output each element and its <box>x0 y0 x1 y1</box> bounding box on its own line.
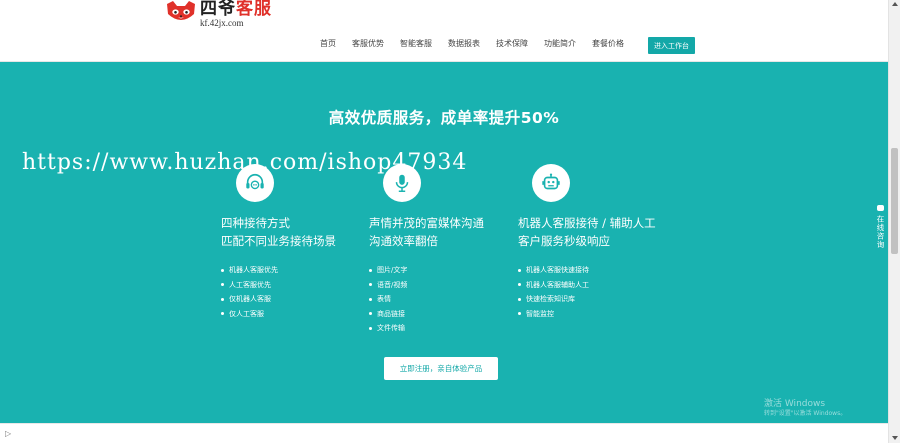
microphone-icon <box>383 164 421 202</box>
red-panda-logo-icon <box>167 1 195 20</box>
feature-heading-reception-modes: 四种接待方式 匹配不同业务接待场景 <box>221 214 336 250</box>
enter-workspace-button[interactable]: 进入工作台 <box>648 37 695 54</box>
feature-list-reception-modes: 机器人客服优先 人工客服优先 仅机器人客服 仅人工客服 <box>221 263 278 321</box>
feature-heading-rich-media: 声情并茂的富媒体沟通 沟通效率翻倍 <box>369 214 484 250</box>
nav-item-home[interactable]: 首页 <box>320 38 336 49</box>
windows-activation-watermark: 激活 Windows 转到"设置"以激活 Windows。 <box>764 399 846 417</box>
scroll-down-arrow-icon[interactable] <box>892 436 898 440</box>
online-consult-tab[interactable]: 在线咨询 <box>873 200 888 266</box>
nav-item-tech-support[interactable]: 技术保障 <box>496 38 528 49</box>
hero-title: 高效优质服务，成单率提升50% <box>328 109 560 127</box>
list-item: 语音/视频 <box>369 278 407 293</box>
nav-item-advantages[interactable]: 客服优势 <box>352 38 384 49</box>
feature-heading-line: 四种接待方式 <box>221 216 290 230</box>
windows-watermark-line1: 激活 Windows <box>764 399 826 409</box>
feature-list-robot: 机器人客服快速接待 机器人客服辅助人工 快速检索知识库 智能监控 <box>518 263 589 321</box>
logo-title: 四爷客服 <box>200 1 272 18</box>
site-header: 四爷客服 kf.42jx.com 首页 客服优势 智能客服 数据报表 技术保障 … <box>0 0 888 62</box>
site-logo[interactable]: 四爷客服 kf.42jx.com <box>165 0 272 28</box>
nav-item-pricing[interactable]: 套餐价格 <box>592 38 624 49</box>
list-item: 人工客服优先 <box>221 278 278 293</box>
feature-heading-line: 客户服务秒级响应 <box>518 234 610 248</box>
nav-item-smart-service[interactable]: 智能客服 <box>400 38 432 49</box>
nav-item-features[interactable]: 功能简介 <box>544 38 576 49</box>
logo-text: 四爷客服 kf.42jx.com <box>200 0 272 28</box>
logo-title-accent: 客服 <box>236 0 272 19</box>
windows-watermark-line2: 转到"设置"以激活 Windows。 <box>764 409 847 417</box>
nav-item-reports[interactable]: 数据报表 <box>448 38 480 49</box>
register-trial-button[interactable]: 立即注册，亲自体验产品 <box>384 357 498 380</box>
list-item: 文件传输 <box>369 321 407 336</box>
hero-section: 高效优质服务，成单率提升50% 四种接待方式 匹配不同业务接待场景 机器人客服优… <box>0 62 888 423</box>
logo-domain: kf.42jx.com <box>200 18 244 28</box>
list-item: 机器人客服快速接待 <box>518 263 589 278</box>
scroll-up-arrow-icon[interactable] <box>892 2 898 6</box>
list-item: 商品链接 <box>369 307 407 322</box>
list-item: 快速检索知识库 <box>518 292 589 307</box>
list-item: 仅人工客服 <box>221 307 278 322</box>
list-item: 机器人客服优先 <box>221 263 278 278</box>
headset-chat-icon <box>236 164 274 202</box>
list-item: 仅机器人客服 <box>221 292 278 307</box>
feature-heading-robot: 机器人客服接待 / 辅助人工 客户服务秒级响应 <box>518 214 656 250</box>
page-scrollbar[interactable] <box>888 0 900 443</box>
collapse-arrow-icon[interactable]: ▷ <box>5 429 11 438</box>
feature-list-rich-media: 图片/文字 语音/视频 表情 商品链接 文件传输 <box>369 263 407 336</box>
main-nav: 首页 客服优势 智能客服 数据报表 技术保障 功能简介 套餐价格 <box>314 38 640 49</box>
feature-heading-line: 沟通效率翻倍 <box>369 234 438 248</box>
list-item: 机器人客服辅助人工 <box>518 278 589 293</box>
chat-bubble-icon <box>877 205 884 211</box>
logo-title-main: 四爷 <box>200 0 236 19</box>
list-item: 智能监控 <box>518 307 589 322</box>
robot-icon <box>532 164 570 202</box>
feature-heading-line: 匹配不同业务接待场景 <box>221 234 336 248</box>
list-item: 表情 <box>369 292 407 307</box>
feature-heading-line: 机器人客服接待 / 辅助人工 <box>518 216 656 230</box>
list-item: 图片/文字 <box>369 263 407 278</box>
bottom-bar: ▷ <box>0 423 888 443</box>
feature-heading-line: 声情并茂的富媒体沟通 <box>369 216 484 230</box>
scroll-thumb[interactable] <box>891 148 898 254</box>
online-consult-label: 在线咨询 <box>876 215 885 249</box>
